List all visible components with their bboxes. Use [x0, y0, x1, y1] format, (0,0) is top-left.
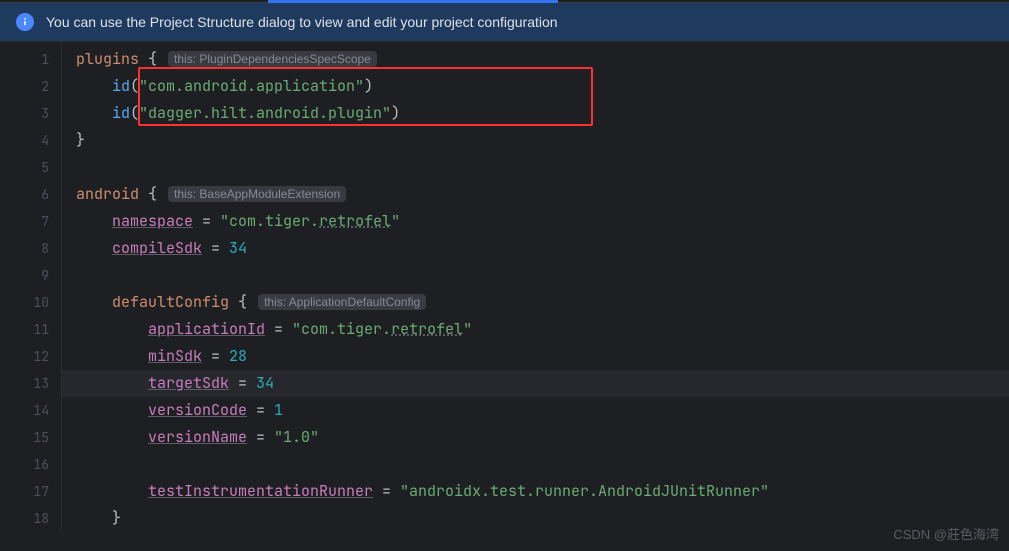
active-tab-indicator	[268, 0, 558, 3]
info-banner[interactable]: You can use the Project Structure dialog…	[0, 3, 1009, 42]
code-line[interactable]: compileSdk = 34	[62, 235, 1009, 262]
line-number: 5	[0, 154, 49, 181]
code-line[interactable]: defaultConfig { this: ApplicationDefault…	[62, 289, 1009, 316]
code-line[interactable]: namespace = "com.tiger.retrofel"	[62, 208, 1009, 235]
line-gutter: 1 2 3 4 5 6 7 8 9 10 11 12 13 14 15 16 1…	[0, 42, 62, 531]
code-line[interactable]: plugins { this: PluginDependenciesSpecSc…	[62, 46, 1009, 73]
code-editor[interactable]: 1 2 3 4 5 6 7 8 9 10 11 12 13 14 15 16 1…	[0, 42, 1009, 531]
code-line[interactable]	[62, 451, 1009, 478]
tab-strip	[0, 0, 1009, 3]
line-number: 11	[0, 316, 49, 343]
line-number: 8	[0, 235, 49, 262]
code-line[interactable]	[62, 154, 1009, 181]
code-line[interactable]: versionName = "1.0"	[62, 424, 1009, 451]
code-line[interactable]: android { this: BaseAppModuleExtension	[62, 181, 1009, 208]
code-line[interactable]: testInstrumentationRunner = "androidx.te…	[62, 478, 1009, 505]
line-number: 3	[0, 100, 49, 127]
banner-text: You can use the Project Structure dialog…	[46, 14, 558, 30]
code-line[interactable]	[62, 262, 1009, 289]
line-number: 14	[0, 397, 49, 424]
code-line[interactable]: minSdk = 28	[62, 343, 1009, 370]
watermark: CSDN @莊色海湾	[893, 524, 999, 543]
line-number: 1	[0, 46, 49, 73]
line-number: 17	[0, 478, 49, 505]
info-icon	[16, 13, 34, 31]
line-number: 9	[0, 262, 49, 289]
line-number: 2	[0, 73, 49, 100]
line-number: 13	[0, 370, 49, 397]
code-line[interactable]: id("dagger.hilt.android.plugin")	[62, 100, 1009, 127]
line-number: 15	[0, 424, 49, 451]
code-line-active[interactable]: targetSdk = 34	[62, 370, 1009, 397]
line-number: 18	[0, 505, 49, 532]
code-area[interactable]: plugins { this: PluginDependenciesSpecSc…	[62, 42, 1009, 531]
inline-hint: this: ApplicationDefaultConfig	[258, 294, 426, 310]
code-line[interactable]: id("com.android.application")	[62, 73, 1009, 100]
line-number: 10	[0, 289, 49, 316]
line-number: 4	[0, 127, 49, 154]
line-number: 6	[0, 181, 49, 208]
inline-hint: this: PluginDependenciesSpecScope	[168, 51, 377, 67]
inline-hint: this: BaseAppModuleExtension	[168, 186, 346, 202]
line-number: 12	[0, 343, 49, 370]
code-line[interactable]: applicationId = "com.tiger.retrofel"	[62, 316, 1009, 343]
code-line[interactable]: }	[62, 127, 1009, 154]
code-line[interactable]: }	[62, 505, 1009, 532]
code-line[interactable]: versionCode = 1	[62, 397, 1009, 424]
line-number: 7	[0, 208, 49, 235]
line-number: 16	[0, 451, 49, 478]
